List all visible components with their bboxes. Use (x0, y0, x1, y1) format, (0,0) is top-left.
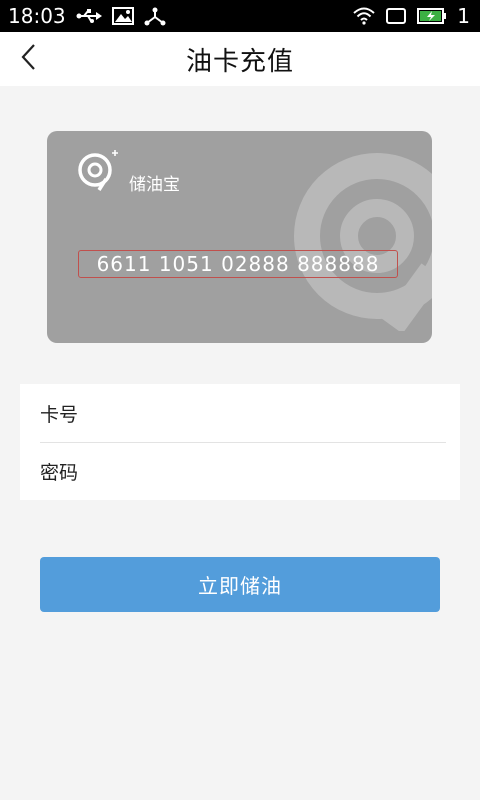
nav-bar: 油卡充值 (0, 32, 480, 86)
wifi-icon (353, 7, 375, 25)
card-number-input[interactable] (98, 401, 446, 425)
usb-icon (76, 8, 102, 24)
card-number-row[interactable]: 卡号 (40, 384, 446, 443)
page-title: 油卡充值 (185, 46, 294, 77)
card-brand-name: 储油宝 (129, 175, 180, 195)
pin-logo-icon (75, 149, 121, 197)
card-brand: 储油宝 (75, 149, 180, 197)
card-number: 6611 1051 02888 888888 (78, 250, 398, 278)
battery-level: 1 (457, 4, 470, 28)
screen-icon (385, 7, 407, 25)
image-icon (111, 7, 134, 25)
submit-button[interactable]: 立即储油 (40, 557, 440, 612)
card-number-label: 卡号 (40, 403, 79, 426)
battery-icon (417, 7, 447, 25)
password-row[interactable]: 密码 (40, 442, 446, 500)
chevron-left-icon (20, 43, 36, 75)
oil-card: 储油宝 6611 1051 02888 888888 (47, 131, 432, 343)
status-time: 18:03 (8, 4, 66, 28)
card-watermark-logo-icon (282, 141, 432, 335)
share-icon (144, 6, 166, 26)
back-button[interactable] (8, 39, 48, 79)
password-input[interactable] (98, 459, 446, 483)
status-bar: 18:03 1 (0, 0, 480, 32)
recharge-form: 卡号 密码 (20, 384, 460, 500)
password-label: 密码 (40, 461, 79, 484)
